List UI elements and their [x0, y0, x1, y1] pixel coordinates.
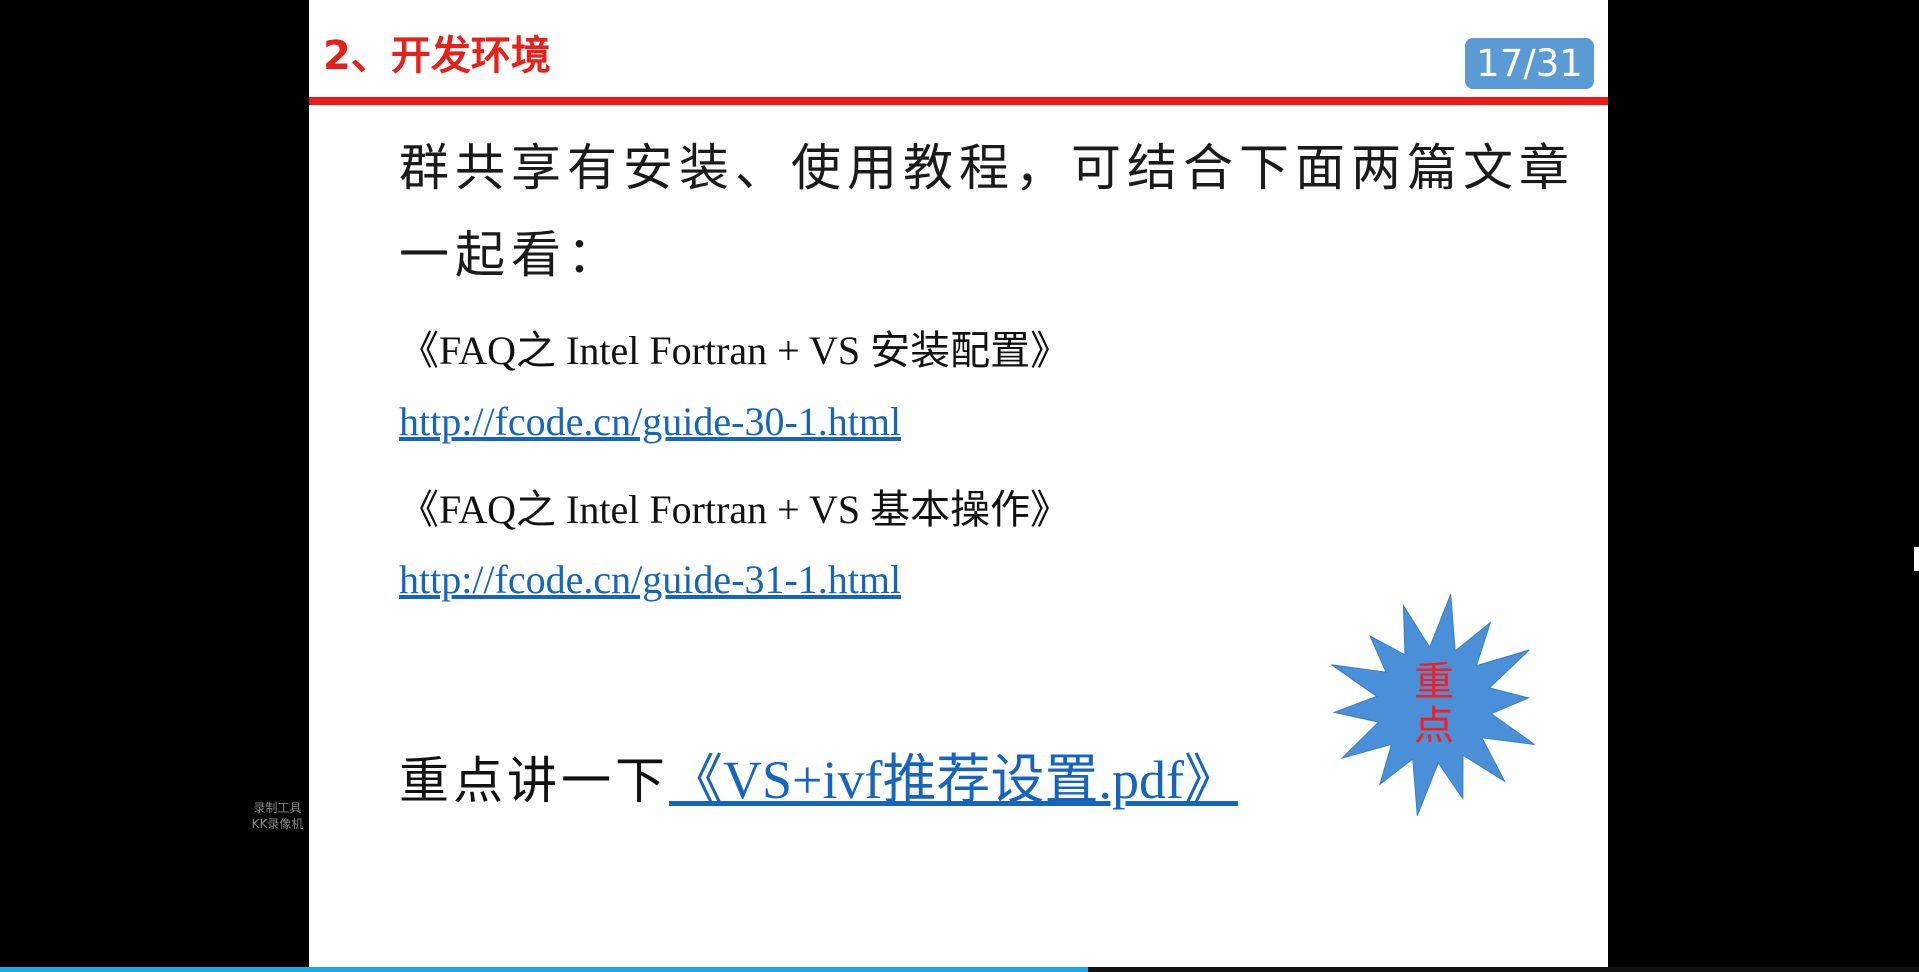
article-title-install: 《FAQ之 Intel Fortran + VS 安装配置》: [399, 328, 1071, 373]
playback-progress-bar[interactable]: [0, 967, 1919, 972]
intro-text: 群共享有安装、使用教程，可结合下面两篇文章一起看：: [399, 139, 1575, 284]
link-guide-30[interactable]: http://fcode.cn/guide-30-1.html: [399, 398, 901, 445]
emphasis-lead: 重点讲一下: [399, 752, 669, 810]
article-title-basic-ops: 《FAQ之 Intel Fortran + VS 基本操作》: [399, 487, 1071, 532]
burst-label-line1: 重: [1414, 659, 1454, 705]
page-counter: 17/31: [1465, 38, 1594, 89]
title-divider: [309, 97, 1608, 105]
link-guide-31[interactable]: http://fcode.cn/guide-31-1.html: [399, 556, 901, 603]
slide: 2、开发环境 17/31 群共享有安装、使用教程，可结合下面两篇文章一起看： 《…: [309, 0, 1608, 972]
burst-label-line2: 点: [1414, 703, 1454, 749]
pdf-link[interactable]: 《VS+ivf推荐设置.pdf》: [669, 750, 1238, 810]
watermark-line1: 录制工具: [253, 801, 302, 815]
burst-label: 重 点: [1404, 660, 1464, 748]
slide-title: 2、开发环境: [323, 33, 551, 79]
watermark-line2: KK录像机: [251, 817, 304, 831]
emphasis-line: 重点讲一下《VS+ivf推荐设置.pdf》: [399, 735, 1238, 814]
recorder-watermark: 录制工具 KK录像机: [240, 800, 315, 832]
edge-mark: [1914, 547, 1919, 571]
playback-progress-fill: [0, 967, 1089, 972]
